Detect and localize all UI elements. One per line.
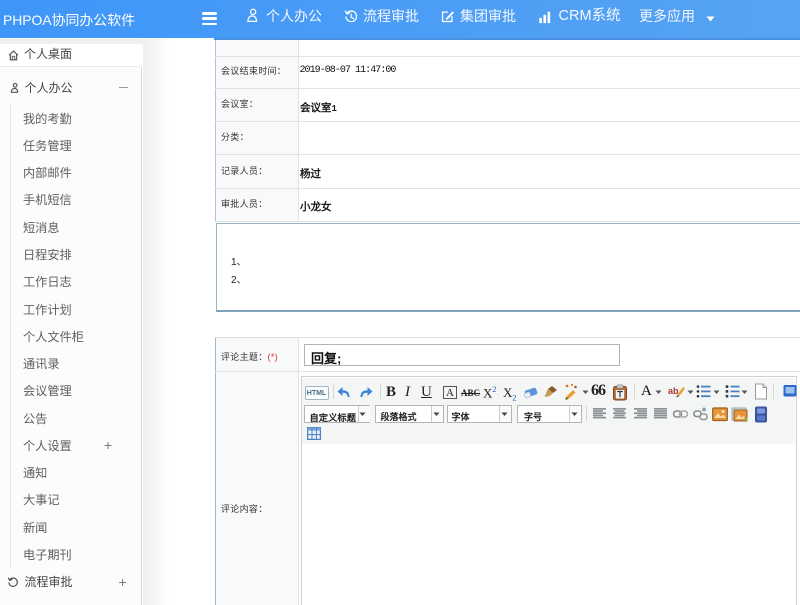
svg-text:ab: ab: [668, 386, 679, 396]
